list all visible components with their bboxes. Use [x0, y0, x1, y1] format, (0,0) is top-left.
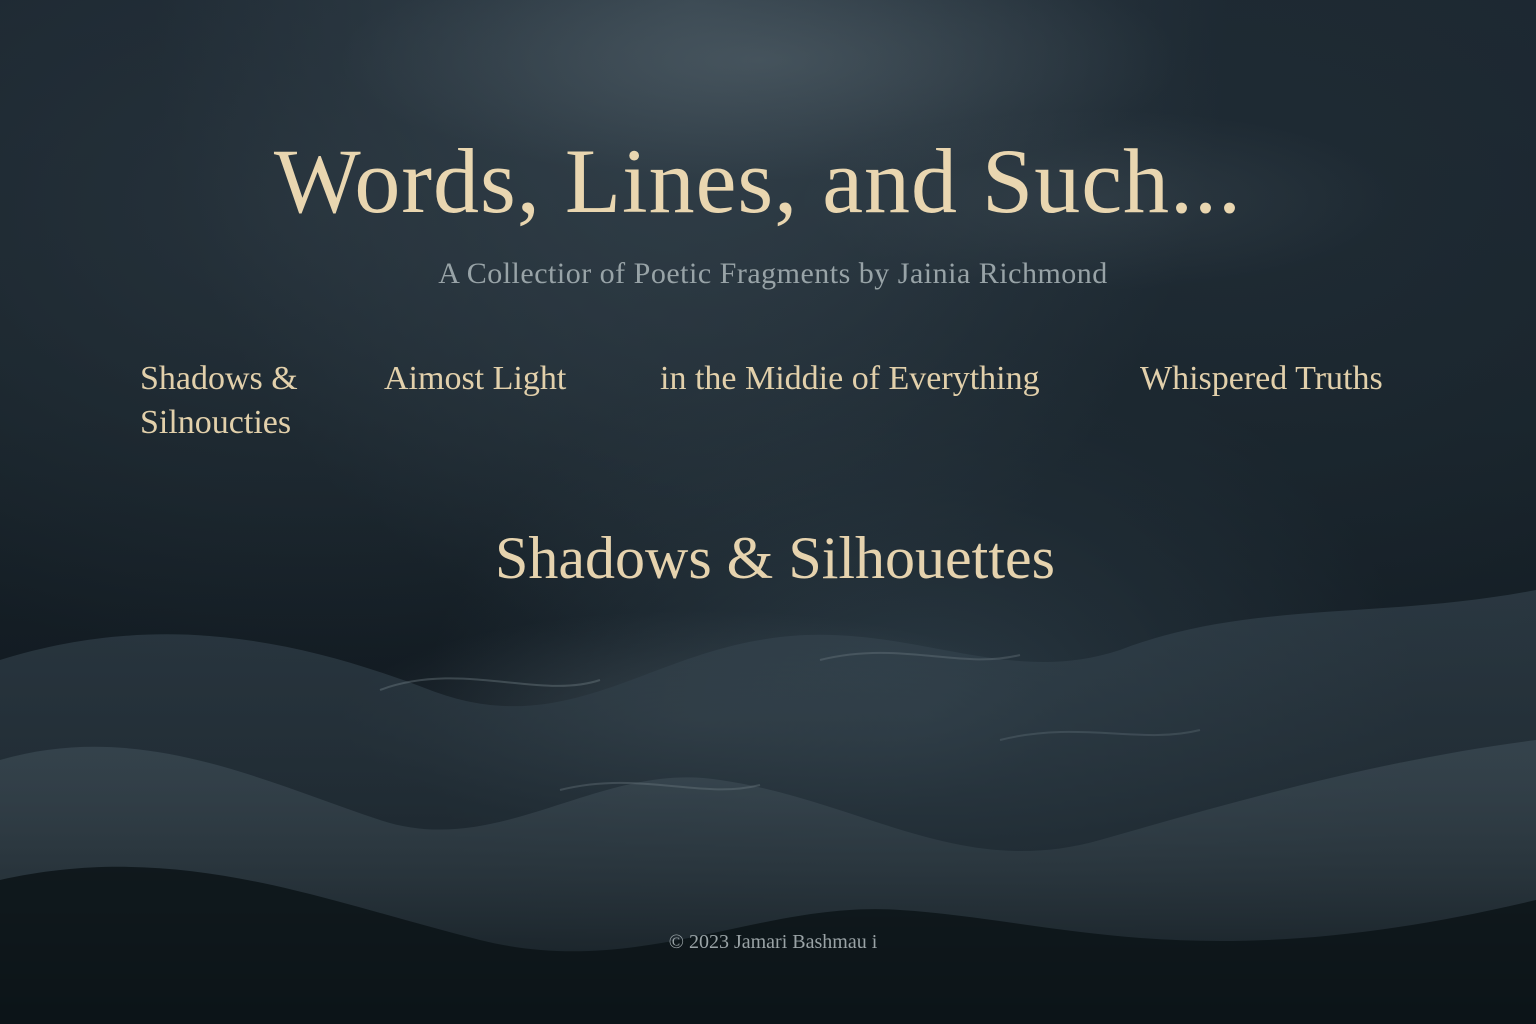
nav-item-middle-of-everything[interactable]: in the Middie of Everything — [660, 357, 1040, 401]
page: Words, Lines, and Such... A Collectior o… — [0, 0, 1536, 1024]
nav-item-almost-light[interactable]: Aimost Light — [384, 357, 566, 401]
section-title: Shadows & Silhouettes — [494, 525, 1055, 591]
site-title: Words, Lines, and Such... — [273, 130, 1243, 232]
main-nav: Shadows & Silnoucties Aimost Light in th… — [0, 357, 1536, 457]
site-subtitle: A Collectior of Poetic Fragments by Jain… — [438, 257, 1108, 290]
nav-item-whispered-truths[interactable]: Whispered Truths — [1140, 357, 1383, 401]
nav-item-shadows-silhouettes[interactable]: Shadows & Silnoucties — [140, 357, 330, 445]
footer-copyright: © 2023 Jamari Bashmau i — [668, 931, 878, 953]
